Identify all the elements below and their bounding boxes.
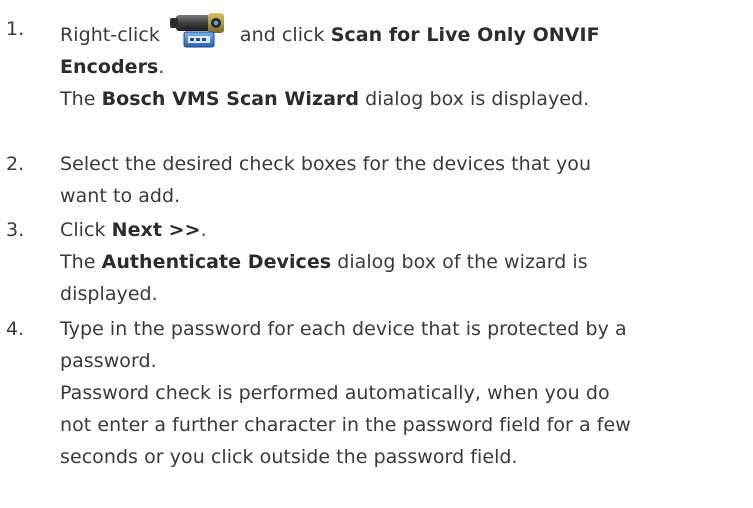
step-4-line-4: not enter a further character in the pas… bbox=[60, 414, 631, 436]
step-2-line-1: Select the desired check boxes for the d… bbox=[60, 153, 592, 175]
step-number: 4. bbox=[6, 318, 25, 340]
step-number: 1. bbox=[6, 18, 25, 40]
step-1: 1. Right-click and click Scan for Live O… bbox=[0, 13, 753, 115]
step-text: dialog box of the wizard is bbox=[337, 251, 588, 273]
step-3-line-2: The Authenticate Devices dialog box of t… bbox=[60, 246, 753, 278]
step-2-line-2: want to add. bbox=[60, 185, 181, 207]
step-3: 3. Click Next >>. The Authenticate Devic… bbox=[0, 214, 753, 310]
camera-encoder-icon bbox=[169, 13, 224, 48]
step-4-line-5: seconds or you click outside the passwor… bbox=[60, 446, 518, 468]
step-4: 4. Type in the password for each device … bbox=[0, 313, 753, 473]
step-2: 2. Select the desired check boxes for th… bbox=[0, 148, 753, 212]
step-text: Click bbox=[60, 219, 106, 241]
step-text: dialog box is displayed. bbox=[365, 88, 590, 110]
step-4-line-1: Type in the password for each device tha… bbox=[60, 318, 627, 340]
step-1-line-1: Right-click and click Scan for Live Only… bbox=[60, 13, 753, 51]
punctuation: . bbox=[158, 56, 165, 78]
dialog-name-authenticate-devices: Authenticate Devices bbox=[101, 251, 332, 273]
button-name-next: Next >> bbox=[111, 219, 201, 241]
punctuation: . bbox=[200, 219, 207, 241]
menu-command-scan-onvif-cont: Encoders bbox=[60, 56, 159, 78]
step-text: Right-click bbox=[60, 24, 160, 46]
step-3-line-3: displayed. bbox=[60, 283, 158, 305]
menu-command-scan-onvif: Scan for Live Only ONVIF bbox=[330, 24, 600, 46]
step-1-line-3: The Bosch VMS Scan Wizard dialog box is … bbox=[60, 83, 753, 115]
dialog-name-scan-wizard: Bosch VMS Scan Wizard bbox=[101, 88, 360, 110]
step-number: 3. bbox=[6, 219, 25, 241]
step-3-line-1: Click Next >>. bbox=[60, 214, 753, 246]
step-text: The bbox=[60, 251, 96, 273]
step-4-line-2: password. bbox=[60, 350, 157, 372]
step-number: 2. bbox=[6, 153, 25, 175]
step-text: The bbox=[60, 88, 96, 110]
step-4-line-3: Password check is performed automaticall… bbox=[60, 382, 610, 404]
step-1-line-2: Encoders. bbox=[60, 51, 753, 83]
instruction-steps: 1. Right-click and click Scan for Live O… bbox=[0, 0, 753, 468]
step-text: and click bbox=[239, 24, 325, 46]
